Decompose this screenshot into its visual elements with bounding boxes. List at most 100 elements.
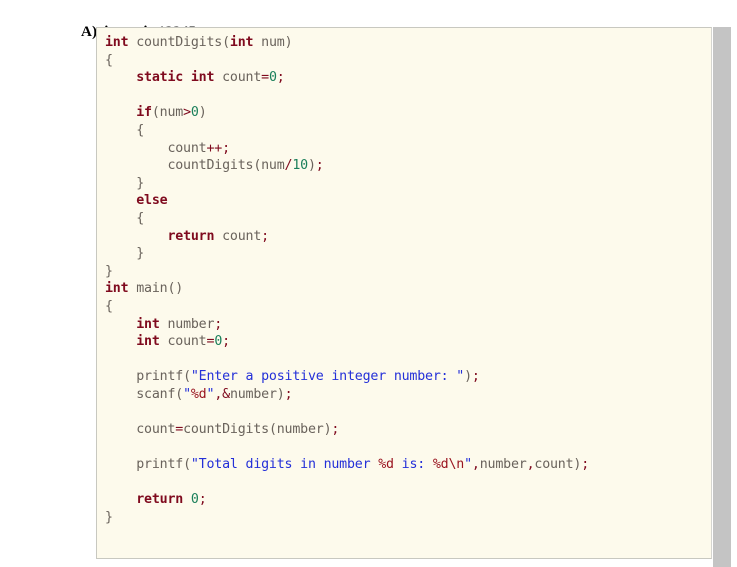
code-token-punc: { — [105, 298, 113, 314]
code-token-id: printf — [105, 369, 184, 385]
code-line: count=countDigits(number); — [105, 421, 711, 439]
code-token-punc: ) — [198, 105, 207, 121]
code-line: int main() — [105, 280, 711, 298]
vertical-scrollbar[interactable] — [712, 27, 731, 567]
code-line: } — [105, 263, 711, 281]
code-token-punc: ) — [307, 158, 316, 174]
code-token-op: = — [261, 70, 269, 86]
code-line: } — [105, 509, 711, 527]
code-token-id: count — [214, 70, 262, 86]
code-token-num: 0 — [190, 105, 199, 121]
code-token-punc: ) — [276, 386, 285, 402]
code-line: scanf("%d",&number); — [105, 386, 711, 404]
code-line: else — [105, 192, 711, 210]
page-root: A)input is 12345 int countDigits(int num… — [0, 0, 737, 567]
code-token-kw: int — [136, 334, 160, 350]
code-token-punc: { — [105, 210, 145, 226]
code-token-num: 0 — [214, 334, 223, 350]
code-line: int countDigits(int num) — [105, 34, 711, 52]
code-token-op: = — [175, 422, 184, 438]
code-token-id: num — [261, 158, 285, 174]
code-token-id: count — [105, 140, 207, 156]
code-token-str: "Total digits in number — [190, 457, 379, 473]
code-token-punc: ( — [222, 35, 230, 50]
code-token-punc: ) — [464, 369, 472, 385]
code-token-id — [105, 334, 136, 349]
code-token-id: count — [534, 457, 574, 473]
code-token-id: number — [229, 386, 277, 402]
code-token-id: main — [128, 281, 168, 297]
code-token-id: scanf — [105, 386, 176, 402]
code-token-num: 0 — [190, 492, 199, 508]
code-line: int number; — [105, 316, 711, 334]
scrollbar-thumb[interactable] — [713, 27, 731, 567]
code-token-op: ; — [214, 316, 223, 332]
code-token-punc: ( — [268, 422, 277, 438]
code-token-id: num — [159, 105, 184, 121]
right-gutter — [731, 0, 737, 567]
code-token-punc: ( — [183, 457, 191, 473]
code-token-op: ; — [261, 228, 269, 244]
code-token-punc: ) — [284, 35, 293, 50]
code-token-kw: int — [105, 281, 129, 297]
code-token-id: num — [253, 35, 285, 50]
code-token-str: is: — [393, 457, 433, 473]
code-token-kw: return — [167, 228, 215, 244]
code-token-id: count — [214, 228, 262, 244]
question-marker: A) — [80, 24, 98, 40]
code-token-punc: ( — [253, 158, 262, 174]
code-token-id — [105, 229, 167, 244]
code-token-op: > — [183, 105, 191, 121]
code-token-id — [183, 492, 191, 507]
code-token-id: count — [105, 422, 176, 438]
code-token-str: "Enter a positive integer number: " — [190, 369, 465, 385]
code-token-num: 10 — [292, 158, 308, 174]
code-token-op: ; — [284, 386, 293, 402]
code-line: return count; — [105, 228, 711, 246]
code-token-id — [105, 193, 136, 208]
code-line: } — [105, 245, 711, 263]
code-token-kw: int — [136, 316, 160, 332]
code-line: return 0; — [105, 491, 711, 509]
code-line: printf("Enter a positive integer number:… — [105, 368, 711, 386]
code-block[interactable]: int countDigits(int num){ static int cou… — [96, 27, 712, 559]
code-token-id — [105, 105, 136, 120]
code-token-op: ; — [331, 422, 340, 438]
code-token-id — [105, 317, 136, 332]
code-token-id: number — [479, 457, 527, 473]
code-token-id: countDigits — [183, 422, 269, 438]
code-token-num: 0 — [268, 70, 277, 86]
code-token-punc: ( — [175, 386, 184, 402]
code-token-id — [105, 492, 136, 507]
code-token-esc: %d — [378, 457, 394, 473]
code-token-punc: { — [105, 52, 113, 68]
code-token-id: number — [276, 422, 324, 438]
code-token-punc: } — [105, 246, 145, 262]
code-token-op: , — [471, 457, 480, 473]
code-token-op: ; — [276, 70, 285, 86]
code-token-esc: %d — [190, 386, 207, 402]
code-token-op: , — [214, 386, 223, 402]
code-token-kw: return — [136, 492, 184, 508]
code-token-esc: %d\n — [432, 457, 465, 473]
code-token-kw: static int — [136, 70, 215, 86]
code-token-punc: } — [105, 175, 145, 191]
code-token-op: ++; — [206, 140, 230, 156]
code-line: } — [105, 175, 711, 193]
code-line: printf("Total digits in number %d is: %d… — [105, 456, 711, 474]
code-token-op: ; — [198, 492, 207, 508]
code-line: count++; — [105, 140, 711, 158]
code-token-op: & — [222, 386, 230, 402]
code-line: { — [105, 210, 711, 228]
code-line: if(num>0) — [105, 104, 711, 122]
code-token-id: number — [159, 316, 215, 332]
code-token-str: " — [464, 457, 472, 473]
code-token-id: printf — [105, 457, 184, 473]
code-line: countDigits(num/10); — [105, 157, 711, 175]
code-token-id: countDigits — [128, 35, 223, 50]
code-listing: int countDigits(int num){ static int cou… — [97, 28, 711, 527]
